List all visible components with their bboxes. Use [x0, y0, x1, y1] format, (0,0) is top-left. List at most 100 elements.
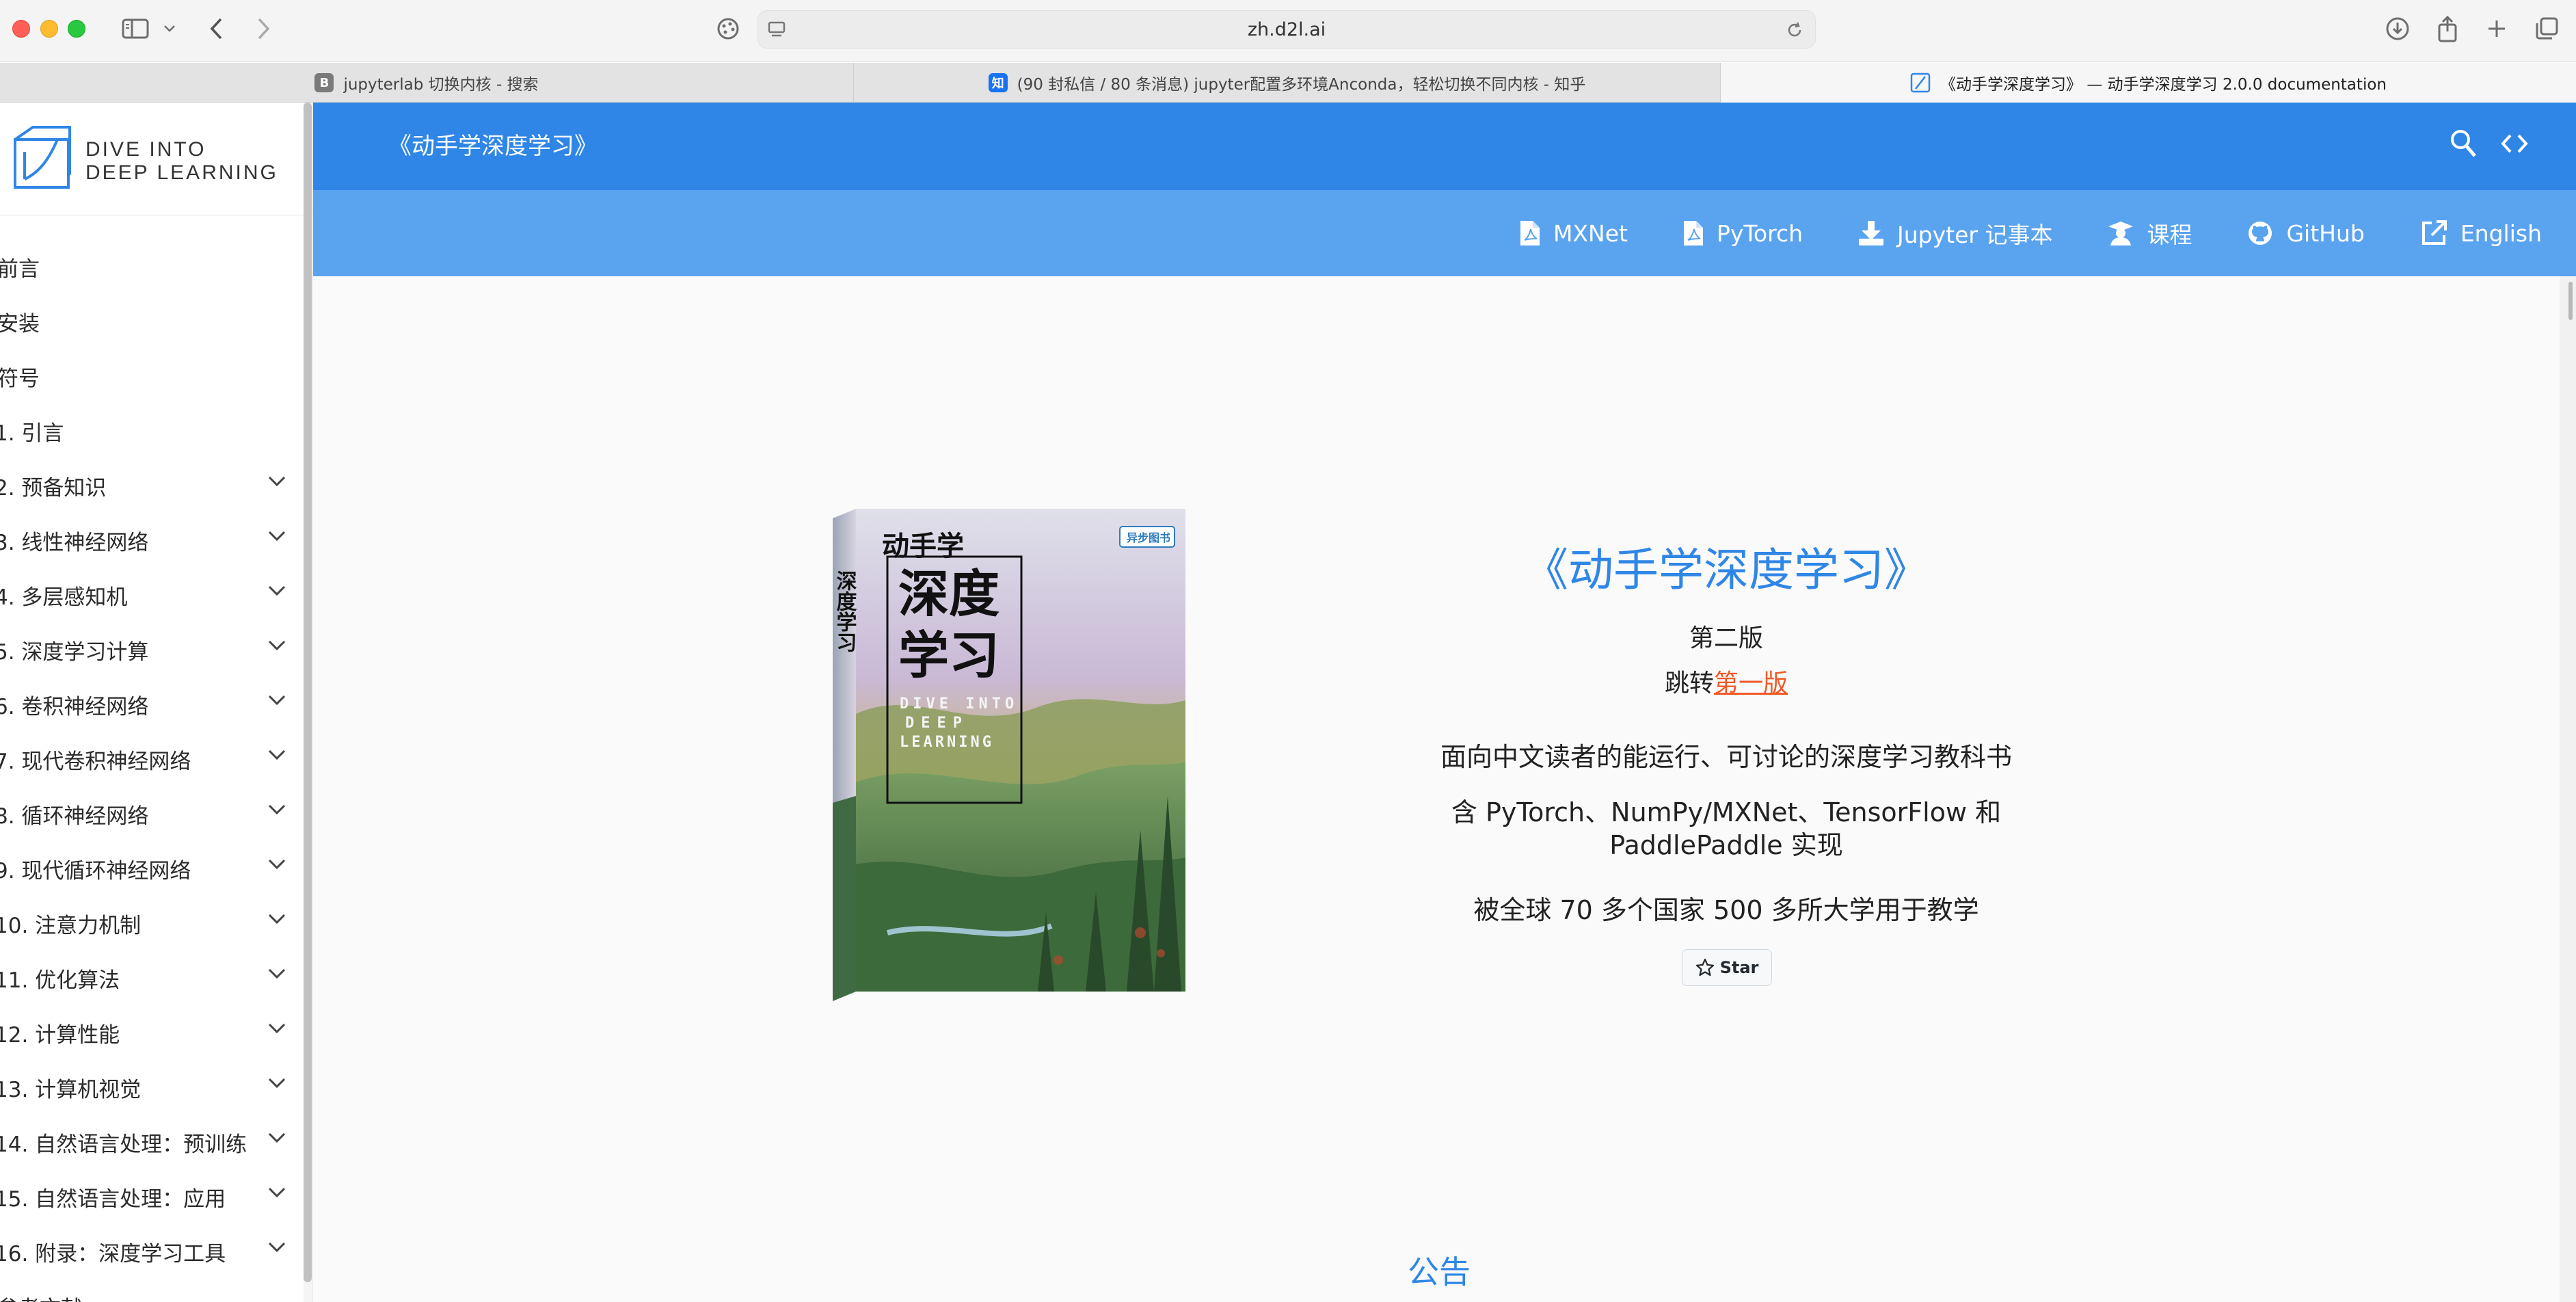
brand-name: DIVE INTO DEEP LEARNING: [85, 138, 278, 185]
url-text: zh.d2l.ai: [1247, 19, 1326, 40]
sidebar-toggle-icon[interactable]: [115, 10, 156, 48]
sidebar-item-ch7[interactable]: 7. 现代卷积神经网络: [0, 732, 301, 786]
new-tab-icon[interactable]: [2482, 10, 2512, 48]
link-courses[interactable]: 课程: [2107, 217, 2192, 250]
link-jupyter-notebooks[interactable]: Jupyter 记事本: [1857, 217, 2052, 250]
download-icon: [1859, 221, 1884, 245]
link-pytorch-pdf[interactable]: PyTorch: [1682, 220, 1803, 247]
chevron-down-icon[interactable]: [268, 968, 286, 979]
site-header: 《动手学深度学习》: [313, 103, 2576, 190]
book-publisher-badge: 异步图书: [1127, 531, 1170, 544]
brand[interactable]: DIVE INTO DEEP LEARNING: [0, 103, 312, 215]
chevron-down-icon[interactable]: [268, 749, 286, 760]
book-cover-title-1: 深度: [898, 565, 999, 624]
code-icon[interactable]: [2499, 129, 2530, 159]
bing-favicon-icon: B: [314, 73, 334, 92]
tab-overview-icon[interactable]: [2531, 10, 2562, 48]
sidebar-item-ch5[interactable]: 5. 深度学习计算: [0, 622, 301, 677]
hero-implementations: 含 PyTorch、NumPy/MXNet、TensorFlow 和 Paddl…: [1340, 796, 2112, 862]
sidebar-item-label: 3. 线性神经网络: [0, 530, 149, 555]
hero-adoption: 被全球 70 多个国家 500 多所大学用于教学: [1473, 895, 1979, 925]
zoom-window-button[interactable]: [68, 20, 85, 38]
sidebar-item-ch2[interactable]: 2. 预备知识: [0, 458, 301, 513]
sidebar-item-ch14[interactable]: 14. 自然语言处理：预训练: [0, 1115, 301, 1169]
book-cover-english-3: LEARNING: [900, 734, 994, 751]
downloads-icon[interactable]: [2382, 10, 2413, 48]
close-window-button[interactable]: [12, 20, 30, 38]
chevron-down-icon[interactable]: [160, 10, 179, 48]
tab-label: (90 封私信 / 80 条消息) jupyter配置多环境Anconda，轻松…: [1017, 76, 1586, 94]
sidebar-item-preface[interactable]: 前言: [0, 239, 301, 294]
privacy-report-icon[interactable]: [711, 10, 745, 48]
chevron-down-icon[interactable]: [268, 585, 286, 596]
sidebar-item-ch10[interactable]: 10. 注意力机制: [0, 896, 301, 951]
book-cover-small-title: 动手学: [882, 531, 964, 562]
chevron-down-icon[interactable]: [268, 859, 286, 870]
sidebar-item-label: 15. 自然语言处理：应用: [0, 1186, 226, 1212]
search-icon[interactable]: [2450, 129, 2477, 159]
sidebar-item-ch4[interactable]: 4. 多层感知机: [0, 568, 301, 622]
site-title[interactable]: 《动手学深度学习》: [388, 103, 598, 190]
sidebar-item-install[interactable]: 安装: [0, 294, 301, 349]
chevron-down-icon[interactable]: [268, 476, 286, 487]
zhihu-favicon-icon: 知: [988, 73, 1008, 92]
chevron-down-icon[interactable]: [268, 1023, 286, 1034]
sidebar-scrollbar-thumb[interactable]: [304, 103, 312, 1282]
sidebar-item-label: 前言: [0, 256, 40, 282]
sidebar-item-ch8[interactable]: 8. 循环神经网络: [0, 786, 301, 841]
sidebar-item-label: 11. 优化算法: [0, 968, 120, 993]
sidebar-item-label: 16. 附录：深度学习工具: [0, 1241, 226, 1266]
chevron-down-icon[interactable]: [268, 1132, 286, 1143]
first-edition-link[interactable]: 第一版: [1714, 669, 1788, 698]
tab-zhihu[interactable]: 知 (90 封私信 / 80 条消息) jupyter配置多环境Anconda，…: [854, 63, 1721, 103]
chevron-down-icon[interactable]: [268, 531, 286, 542]
chevron-down-icon[interactable]: [268, 640, 286, 651]
sidebar-item-label: 7. 现代卷积神经网络: [0, 749, 191, 774]
sidebar-item-ch12[interactable]: 12. 计算性能: [0, 1005, 301, 1060]
sidebar-item-ch3[interactable]: 3. 线性神经网络: [0, 513, 301, 568]
jump-prefix: 跳转: [1664, 669, 1714, 698]
link-mxnet-pdf[interactable]: MXNet: [1519, 220, 1628, 247]
sidebar-item-ch6[interactable]: 6. 卷积神经网络: [0, 677, 301, 732]
link-github[interactable]: GitHub: [2246, 220, 2365, 247]
tab-bing-search[interactable]: B jupyterlab 切换内核 - 搜索: [0, 63, 854, 103]
hero-title: 《动手学深度学习》: [1523, 544, 1929, 596]
chevron-down-icon[interactable]: [268, 695, 286, 706]
sidebar-item-ch9[interactable]: 9. 现代循环神经网络: [0, 841, 301, 896]
chevron-down-icon[interactable]: [268, 804, 286, 815]
sidebar-item-ch13[interactable]: 13. 计算机视觉: [0, 1060, 301, 1115]
star-label: Star: [1719, 958, 1759, 977]
forward-arrow-icon[interactable]: [250, 10, 278, 48]
sidebar-item-notation[interactable]: 符号: [0, 349, 301, 403]
chevron-down-icon[interactable]: [268, 1187, 286, 1198]
reload-icon[interactable]: [1785, 21, 1804, 40]
main-scrollbar-track[interactable]: [2560, 276, 2576, 1302]
sidebar-item-label: 4. 多层感知机: [0, 585, 128, 610]
chevron-down-icon[interactable]: [268, 1078, 286, 1089]
link-english[interactable]: English: [2419, 219, 2542, 248]
minimize-window-button[interactable]: [40, 20, 58, 38]
sidebar-item-ch11[interactable]: 11. 优化算法: [0, 951, 301, 1005]
sidebar-item-references[interactable]: 参考文献: [0, 1279, 301, 1302]
main-scrollbar-thumb[interactable]: [2568, 282, 2573, 320]
book-spine-title: 深度学习: [833, 570, 857, 652]
back-arrow-icon[interactable]: [202, 10, 230, 48]
sidebar-item-ch15[interactable]: 15. 自然语言处理：应用: [0, 1169, 301, 1224]
github-icon: [2249, 222, 2272, 245]
chevron-down-icon[interactable]: [268, 1242, 286, 1253]
tab-bar: B jupyterlab 切换内核 - 搜索 知 (90 封私信 / 80 条消…: [0, 63, 2576, 103]
sidebar-item-label: 8. 循环神经网络: [0, 803, 149, 829]
address-bar[interactable]: zh.d2l.ai: [757, 10, 1816, 49]
chevron-down-icon[interactable]: [268, 914, 286, 925]
link-label: PyTorch: [1716, 220, 1803, 247]
sidebar-item-label: 9. 现代循环神经网络: [0, 858, 191, 884]
sidebar-item-ch1[interactable]: 1. 引言: [0, 403, 301, 458]
github-star-button[interactable]: Star: [1682, 949, 1772, 986]
link-label: GitHub: [2286, 220, 2365, 247]
sidebar-item-label: 符号: [0, 366, 40, 391]
d2l-favicon-icon: [1910, 72, 1931, 93]
share-icon[interactable]: [2432, 10, 2463, 48]
sidebar-item-ch16[interactable]: 16. 附录：深度学习工具: [0, 1224, 301, 1279]
section-notice-title: 公告: [1408, 1253, 1471, 1290]
tab-d2l[interactable]: 《动手学深度学习》 — 动手学深度学习 2.0.0 documentation: [1721, 63, 2576, 103]
